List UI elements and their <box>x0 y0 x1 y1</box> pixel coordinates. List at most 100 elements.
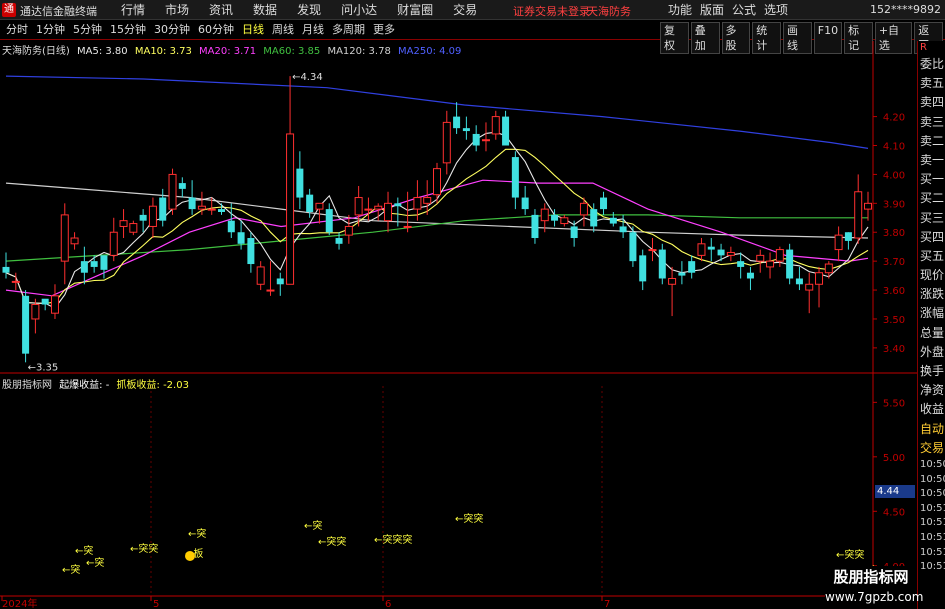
price-tick-label: 3.50 <box>883 315 905 326</box>
candle <box>100 255 108 279</box>
candle <box>658 243 666 285</box>
rp-buy5: 买五 <box>920 248 945 263</box>
login-notice[interactable]: 证券交易未登录 <box>513 3 590 19</box>
menu-item-ask[interactable]: 问小达 <box>332 2 386 18</box>
ma60-label: MA60: 3.85 <box>263 46 321 57</box>
x-tick-label: 5 <box>153 599 159 609</box>
rp-buy4: 买四 <box>920 229 945 244</box>
tab-60min[interactable]: 60分钟 <box>194 23 238 37</box>
price-tick-label: 3.40 <box>883 344 905 355</box>
ma120-label: MA120: 3.78 <box>327 46 391 57</box>
tab-1min[interactable]: 1分钟 <box>32 23 69 37</box>
x-tick-label: 7 <box>604 599 610 609</box>
stock-name-label[interactable]: 天海防务(日线) <box>2 46 70 57</box>
menu-item-news[interactable]: 资讯 <box>200 2 242 18</box>
rp-time-4: 10:51 <box>920 502 945 514</box>
rp-buy3: 买三 <box>920 210 945 225</box>
candle <box>775 246 784 267</box>
candle <box>2 252 10 279</box>
right-panel: R 委比 卖五 卖四 卖三 卖二 卖一 买一 买二 买三 买四 买五 现价 涨跌… <box>917 41 945 609</box>
right-panel-r[interactable]: R <box>918 41 945 55</box>
rp-sell3: 卖三 <box>920 114 945 129</box>
signal-marker: ←突突 <box>836 548 864 561</box>
chart-canvas[interactable]: 3.40 3.50 3.60 3.70 3.80 3.90 4.00 4.10 4.20 5.50… <box>0 41 917 609</box>
menu-item-data[interactable]: 数据 <box>244 2 286 18</box>
rp-time-3: 10:50 <box>920 488 945 500</box>
price-tick-label: 3.60 <box>883 286 905 297</box>
rp-change-pct: 涨幅 <box>920 306 945 321</box>
candle-body <box>178 183 186 189</box>
menu-item-layout[interactable]: 版面 <box>696 2 728 18</box>
candle <box>119 209 128 239</box>
candle-body <box>344 225 353 236</box>
candle-body <box>364 208 373 211</box>
candle-body <box>775 249 784 262</box>
menu-item-discover[interactable]: 发现 <box>288 2 330 18</box>
rp-trade[interactable]: 交易 <box>918 439 945 458</box>
menu-item-formula[interactable]: 公式 <box>728 2 760 18</box>
sub-legend: 股朋指标网 起爆收益: - 抓板收益: -2.03 <box>2 376 193 391</box>
candle <box>60 203 69 285</box>
candle <box>737 252 745 279</box>
menu-item-market[interactable]: 市场 <box>156 2 198 18</box>
candle-body <box>413 197 422 210</box>
current-stock-notice[interactable]: 天海防务 <box>587 3 631 19</box>
candle <box>148 197 157 239</box>
rp-change: 涨跌 <box>920 287 945 302</box>
tab-weekly[interactable]: 周线 <box>268 23 298 37</box>
ma250-line <box>5 75 869 149</box>
signal-marker: ←突突 <box>130 542 158 555</box>
candle-body <box>139 214 147 221</box>
candle <box>256 261 265 291</box>
candle-body <box>207 208 216 211</box>
rp-volume: 总量 <box>920 325 945 340</box>
candle-body <box>502 116 510 146</box>
tab-5min[interactable]: 5分钟 <box>69 23 106 37</box>
candle-body <box>540 208 549 222</box>
candle <box>453 102 461 134</box>
candle <box>619 214 627 239</box>
menu-item-options[interactable]: 选项 <box>760 2 792 18</box>
candle-body <box>697 243 706 256</box>
account-label[interactable]: 152****9892 <box>870 3 941 16</box>
main-legend: 天海防务(日线) MA5: 3.80 MA10: 3.73 MA20: 3.71… <box>2 42 465 57</box>
indicator-name-label[interactable]: 股朋指标网 <box>2 380 52 391</box>
candle-body <box>306 194 314 212</box>
candle <box>31 298 40 334</box>
rp-buy1: 买一 <box>920 172 945 187</box>
tab-intraday[interactable]: 分时 <box>2 23 32 37</box>
menu-item-quotes[interactable]: 行情 <box>112 2 154 18</box>
watermark-url: www.7gpzb.com <box>825 590 924 604</box>
candle-body <box>560 217 569 225</box>
candle <box>472 125 480 152</box>
candle-body <box>70 237 79 245</box>
menu-item-function[interactable]: 功能 <box>664 2 696 18</box>
candle <box>50 284 59 319</box>
rp-sell1: 卖一 <box>920 152 945 167</box>
candle <box>834 226 843 262</box>
candle <box>178 177 186 198</box>
signal-marker: ←突 <box>86 556 104 569</box>
price-tick-label: 4.00 <box>883 170 905 181</box>
tab-monthly[interactable]: 月线 <box>298 23 328 37</box>
candle <box>726 246 735 262</box>
candle-body <box>746 272 754 279</box>
candle <box>786 243 794 285</box>
candle <box>276 272 284 296</box>
tab-more[interactable]: 更多 <box>369 23 399 37</box>
tab-daily[interactable]: 日线 <box>238 23 268 37</box>
rp-sell5: 卖五 <box>920 76 945 91</box>
annotations: ←4.34 ←3.35 <box>28 72 323 373</box>
candles <box>2 76 872 363</box>
candle-body <box>756 254 765 262</box>
menu-item-trade[interactable]: 交易 <box>444 2 486 18</box>
menu-item-wealth[interactable]: 财富圈 <box>388 2 442 18</box>
tab-30min[interactable]: 30分钟 <box>150 23 194 37</box>
ma20-label: MA20: 3.71 <box>199 46 257 57</box>
candle <box>403 191 412 233</box>
rp-auto[interactable]: 自动 <box>918 420 945 439</box>
tab-15min[interactable]: 15分钟 <box>106 23 150 37</box>
tab-multi-period[interactable]: 多周期 <box>328 23 369 37</box>
candle <box>600 191 608 215</box>
ma5-line <box>5 131 869 309</box>
